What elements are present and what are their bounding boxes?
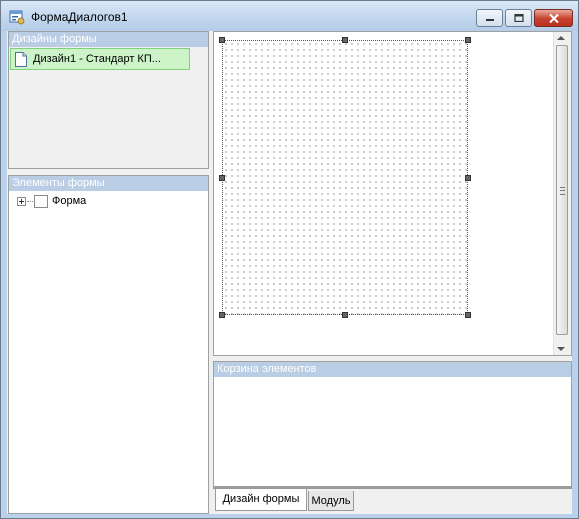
close-icon: [548, 13, 559, 23]
close-button[interactable]: [534, 9, 573, 27]
resize-handle-bottom[interactable]: [342, 312, 348, 318]
form-design-area[interactable]: [213, 31, 572, 356]
minimize-icon: [485, 19, 494, 21]
elements-basket-panel[interactable]: Корзина элементов: [213, 361, 572, 487]
designs-panel-header: Дизайны формы: [9, 32, 208, 47]
scroll-up-icon[interactable]: [557, 36, 565, 40]
form-designer-window: ФормаДиалогов1 Дизайны формы Дизайн1 - С…: [0, 0, 579, 519]
tree-connector: [27, 200, 33, 202]
design-item-label: Дизайн1 - Стандарт КП...: [33, 53, 161, 65]
maximize-button[interactable]: [505, 9, 532, 27]
tab-form-design[interactable]: Дизайн формы: [215, 489, 307, 511]
tab-module[interactable]: Модуль: [308, 491, 354, 511]
plus-expander-icon[interactable]: [17, 196, 26, 206]
minimize-button[interactable]: [476, 9, 503, 27]
bottom-tab-strip: Дизайн формы Модуль: [213, 487, 572, 514]
resize-handle-bottom-right[interactable]: [465, 312, 471, 318]
form-icon: [34, 194, 48, 208]
design-list-item[interactable]: Дизайн1 - Стандарт КП...: [10, 48, 190, 70]
vertical-scrollbar[interactable]: [553, 32, 571, 355]
title-bar[interactable]: ФормаДиалогов1: [1, 1, 578, 31]
scrollbar-thumb[interactable]: [556, 45, 568, 335]
tree-node-form[interactable]: Форма: [17, 193, 86, 209]
resize-handle-top-right[interactable]: [465, 37, 471, 43]
resize-handle-top[interactable]: [342, 37, 348, 43]
resize-handle-top-left[interactable]: [219, 37, 225, 43]
elements-panel-header: Элементы формы: [9, 176, 208, 191]
dialog-form-icon: [9, 10, 25, 25]
designs-panel: Дизайны формы Дизайн1 - Стандарт КП...: [8, 31, 209, 169]
client-area: Дизайны формы Дизайн1 - Стандарт КП... Э…: [7, 31, 572, 514]
resize-handle-left[interactable]: [219, 175, 225, 181]
maximize-icon: [513, 14, 524, 22]
window-title: ФормаДиалогов1: [31, 10, 128, 24]
resize-handle-bottom-left[interactable]: [219, 312, 225, 318]
form-canvas[interactable]: [219, 37, 471, 318]
grip-icon: [560, 187, 565, 195]
tree-node-label: Форма: [52, 195, 87, 207]
basket-panel-header: Корзина элементов: [214, 362, 571, 377]
elements-panel: Элементы формы Форма: [8, 175, 209, 514]
scroll-down-icon[interactable]: [557, 347, 565, 351]
document-icon: [15, 51, 27, 67]
resize-handle-right[interactable]: [465, 175, 471, 181]
